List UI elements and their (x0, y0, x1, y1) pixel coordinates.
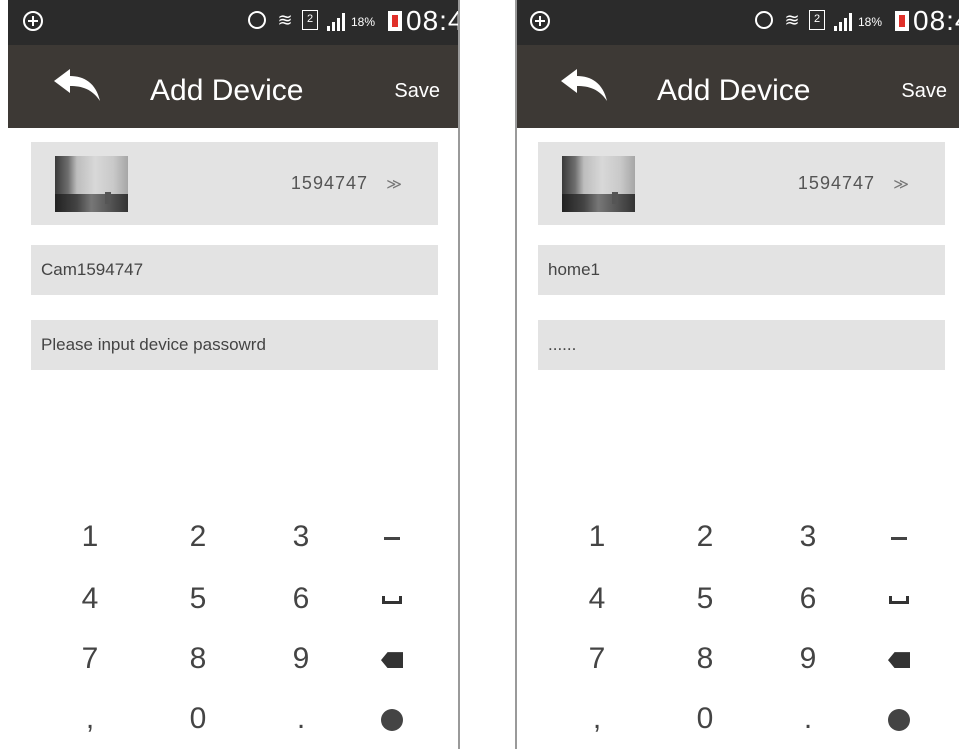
done-check-icon (888, 709, 910, 732)
sim-icon: 2 (302, 10, 318, 30)
gps-icon (530, 11, 550, 31)
key-space[interactable] (859, 570, 939, 628)
key-comma[interactable]: , (557, 690, 637, 748)
key-3[interactable]: 3 (261, 508, 341, 566)
key-4[interactable]: 4 (557, 570, 637, 628)
alarm-icon (755, 11, 773, 29)
device-name-field[interactable]: Cam1594747 (31, 245, 438, 295)
backspace-icon (888, 652, 910, 669)
key-8[interactable]: 8 (158, 630, 238, 688)
sim-icon: 2 (809, 10, 825, 30)
minus-icon (384, 536, 400, 540)
save-button[interactable]: Save (901, 80, 947, 103)
battery-icon (895, 11, 909, 31)
status-bar: ≋ 2 18% 08:47 (517, 0, 959, 45)
key-1[interactable]: 1 (50, 508, 130, 566)
device-id: 1594747 (290, 173, 368, 193)
key-4[interactable]: 4 (50, 570, 130, 628)
key-9[interactable]: 9 (261, 630, 341, 688)
numeric-keypad: 1 2 3 4 5 6 7 8 9 , 0 . (8, 508, 458, 749)
status-clock: 08:47 (406, 5, 458, 36)
key-5[interactable]: 5 (665, 570, 745, 628)
battery-percent: 18% (858, 15, 883, 29)
key-backspace[interactable] (859, 630, 939, 688)
key-0[interactable]: 0 (158, 690, 238, 748)
back-arrow-icon[interactable] (559, 67, 609, 105)
key-2[interactable]: 2 (665, 508, 745, 566)
key-7[interactable]: 7 (50, 630, 130, 688)
device-password-field[interactable]: Please input device passowrd (31, 320, 438, 370)
device-password-field[interactable]: ...... (538, 320, 945, 370)
back-arrow-icon[interactable] (52, 67, 102, 105)
space-icon (889, 596, 909, 605)
status-bar: ≋ 2 18% 08:47 (8, 0, 458, 45)
key-minus[interactable] (352, 508, 432, 566)
key-5[interactable]: 5 (158, 570, 238, 628)
numeric-keypad: 1 2 3 4 5 6 7 8 9 , 0 . (517, 508, 959, 749)
key-0[interactable]: 0 (665, 690, 745, 748)
key-period[interactable]: . (768, 690, 848, 748)
backspace-icon (381, 652, 403, 669)
key-backspace[interactable] (352, 630, 432, 688)
chevron-right-icon: ≫ (386, 176, 402, 193)
camera-thumbnail (55, 156, 128, 212)
key-2[interactable]: 2 (158, 508, 238, 566)
phone-screen-left: ≋ 2 18% 08:47 Add Device Save 1594747 ≫ … (8, 0, 460, 749)
key-8[interactable]: 8 (665, 630, 745, 688)
key-done[interactable] (352, 690, 432, 748)
page-title: Add Device (150, 74, 304, 107)
toolbar: Add Device Save (517, 45, 959, 128)
key-7[interactable]: 7 (557, 630, 637, 688)
key-9[interactable]: 9 (768, 630, 848, 688)
key-minus[interactable] (859, 508, 939, 566)
alarm-icon (248, 11, 266, 29)
phone-screen-right: ≋ 2 18% 08:47 Add Device Save 1594747 ≫ … (515, 0, 959, 749)
wifi-icon: ≋ (784, 10, 800, 30)
battery-percent: 18% (351, 15, 376, 29)
device-id: 1594747 (797, 173, 875, 193)
key-done[interactable] (859, 690, 939, 748)
key-6[interactable]: 6 (768, 570, 848, 628)
key-3[interactable]: 3 (768, 508, 848, 566)
signal-icon (327, 11, 349, 31)
device-card[interactable]: 1594747 ≫ (31, 142, 438, 225)
device-card[interactable]: 1594747 ≫ (538, 142, 945, 225)
camera-thumbnail (562, 156, 635, 212)
key-space[interactable] (352, 570, 432, 628)
battery-icon (388, 11, 402, 31)
device-name-field[interactable]: home1 (538, 245, 945, 295)
status-clock: 08:47 (913, 5, 959, 36)
space-icon (382, 596, 402, 605)
minus-icon (891, 536, 907, 540)
key-comma[interactable]: , (50, 690, 130, 748)
key-period[interactable]: . (261, 690, 341, 748)
gps-icon (23, 11, 43, 31)
page-title: Add Device (657, 74, 811, 107)
save-button[interactable]: Save (394, 80, 440, 103)
key-1[interactable]: 1 (557, 508, 637, 566)
key-6[interactable]: 6 (261, 570, 341, 628)
signal-icon (834, 11, 856, 31)
done-check-icon (381, 709, 403, 732)
toolbar: Add Device Save (8, 45, 458, 128)
chevron-right-icon: ≫ (893, 176, 909, 193)
wifi-icon: ≋ (277, 10, 293, 30)
